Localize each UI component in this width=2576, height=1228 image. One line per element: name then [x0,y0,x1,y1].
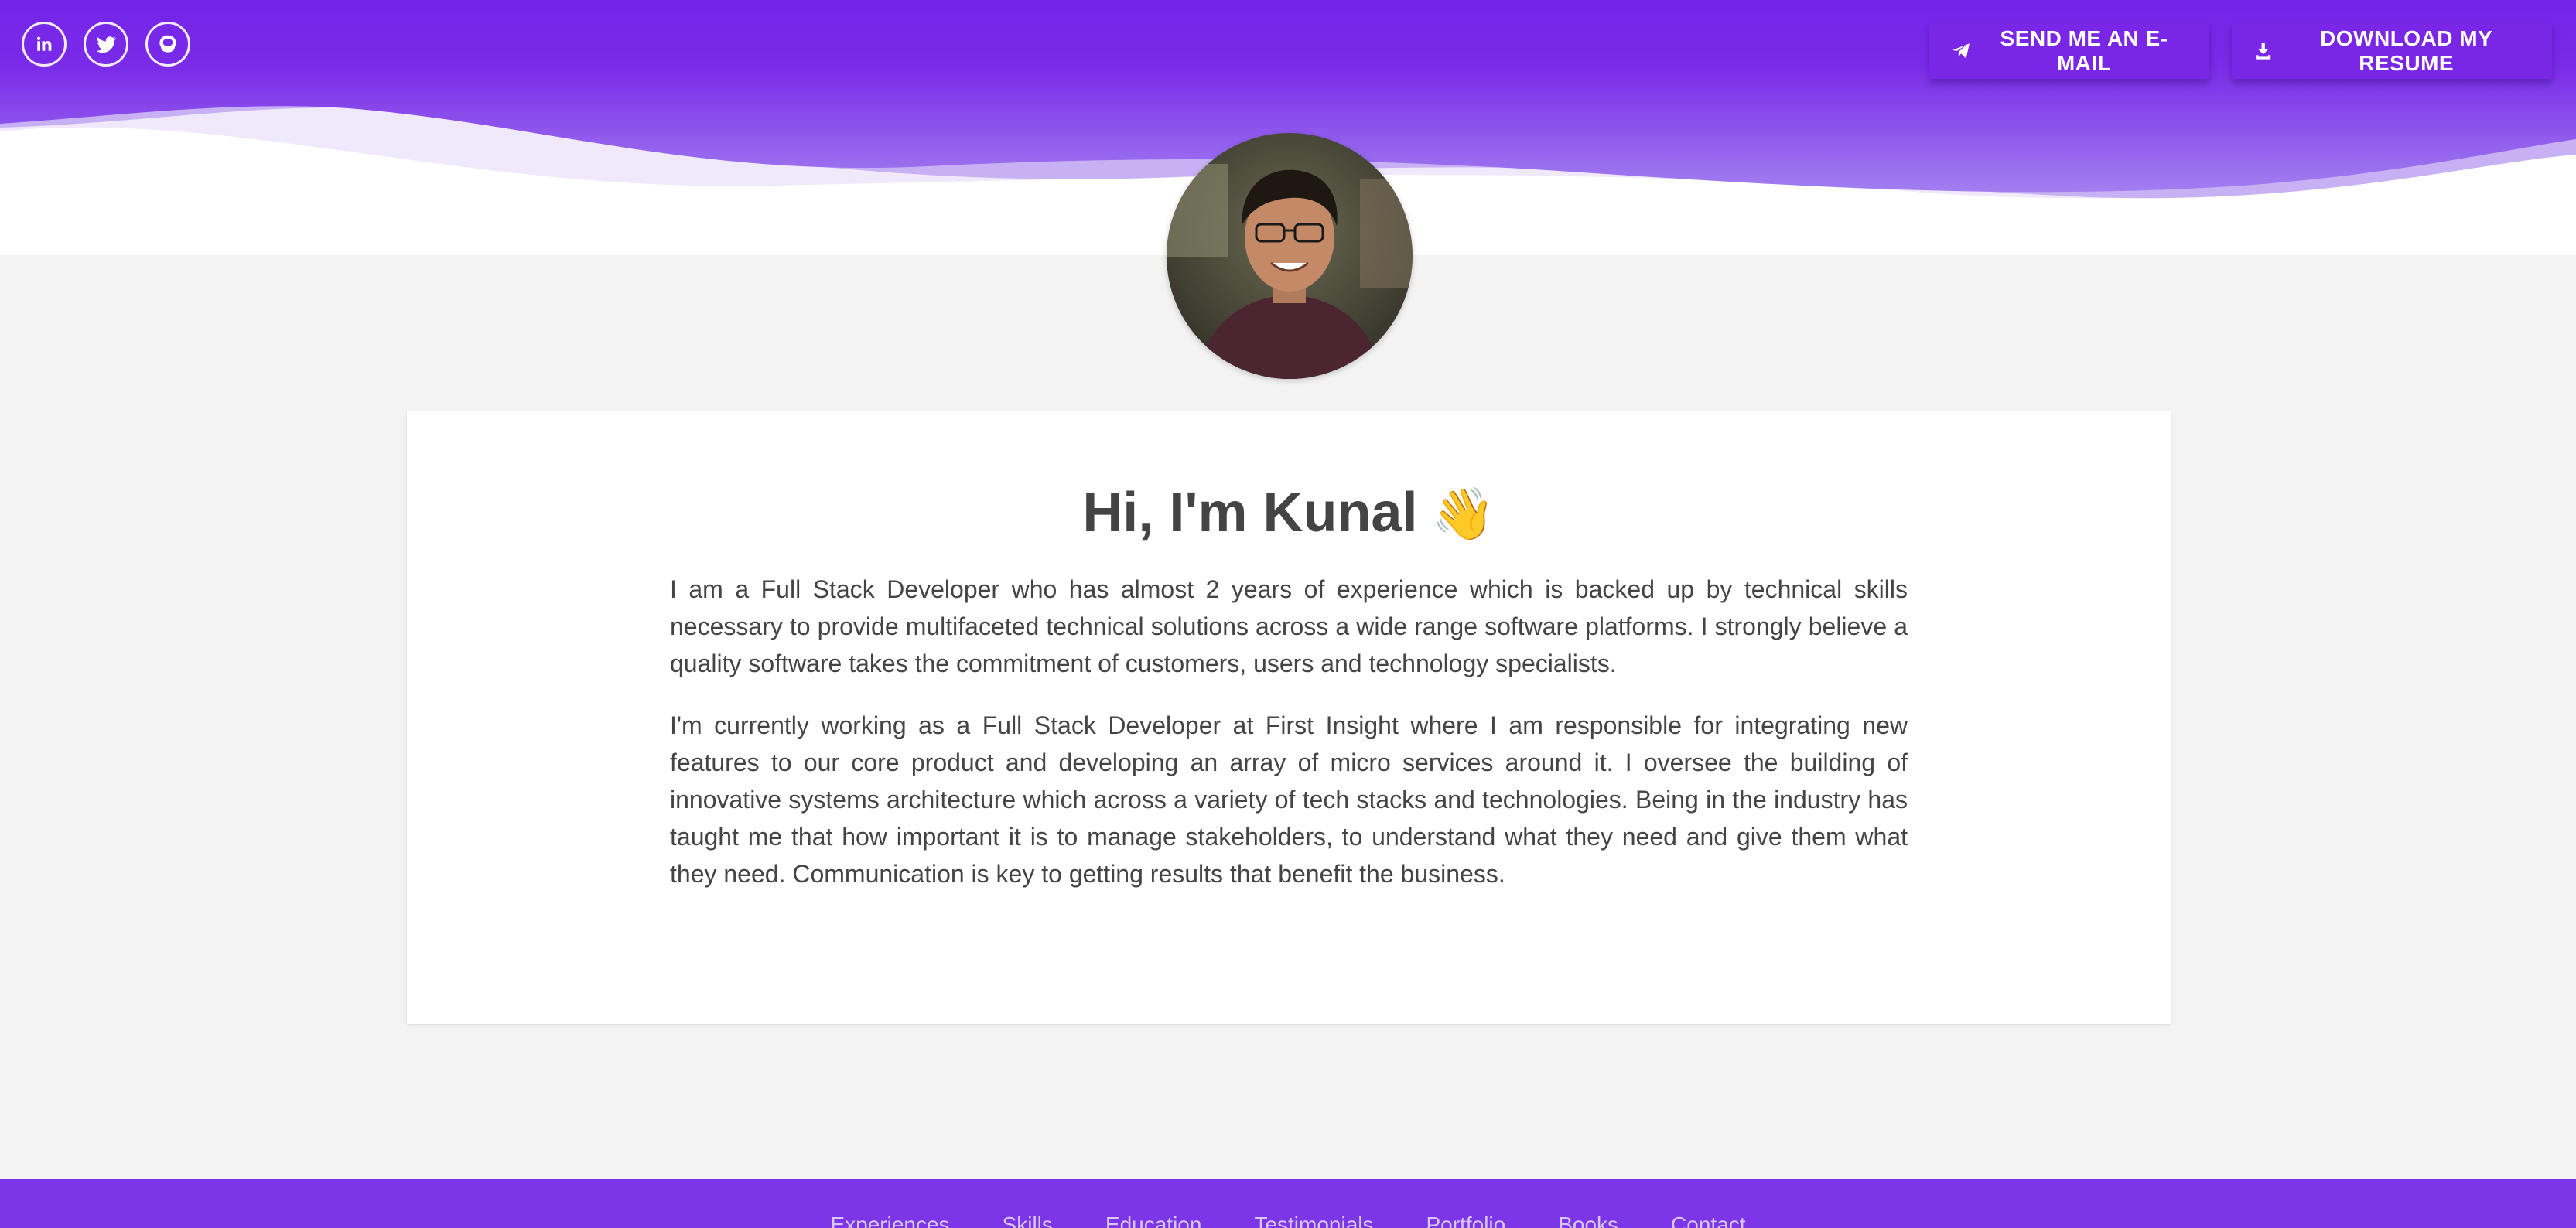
footer-link-portfolio[interactable]: Portfolio [1426,1213,1506,1228]
avatar [1167,133,1413,379]
page-title: Hi, I'm Kunal 👋 [407,481,2171,544]
twitter-icon[interactable] [84,22,128,67]
page: SEND ME AN E-MAIL DOWNLOAD MY RESUME Hi,… [0,0,2576,1228]
intro-paragraph: I'm currently working as a Full Stack De… [670,711,1908,888]
footer-link-books[interactable]: Books [1558,1213,1618,1228]
footer-link-contact[interactable]: Contact [1671,1213,1746,1228]
github-icon[interactable] [145,22,190,67]
footer-nav: Experiences Skills Education Testimonial… [0,1179,2576,1228]
linkedin-icon[interactable] [22,22,67,67]
waving-hand-icon: 👋 [1431,485,1495,542]
send-email-button[interactable]: SEND ME AN E-MAIL [1929,23,2209,79]
footer-link-testimonials[interactable]: Testimonials [1254,1213,1373,1228]
footer-link-education[interactable]: Education [1105,1213,1202,1228]
intro-paragraph: I am a Full Stack Developer who has almo… [670,575,1908,677]
footer-link-experiences[interactable]: Experiences [830,1213,949,1228]
title-text: Hi, I'm Kunal [1082,482,1418,544]
social-links [22,22,190,67]
download-icon [2256,43,2271,60]
download-resume-label: DOWNLOAD MY RESUME [2320,26,2493,75]
send-email-label: SEND ME AN E-MAIL [2000,26,2168,75]
paper-plane-icon [1952,43,1970,59]
intro-content: I am a Full Stack Developer who has almo… [670,571,1908,917]
download-resume-button[interactable]: DOWNLOAD MY RESUME [2232,23,2552,79]
intro-card: Hi, I'm Kunal 👋 I am a Full Stack Develop… [407,411,2171,1024]
footer-link-skills[interactable]: Skills [1003,1213,1053,1228]
avatar-photo [1167,133,1413,379]
